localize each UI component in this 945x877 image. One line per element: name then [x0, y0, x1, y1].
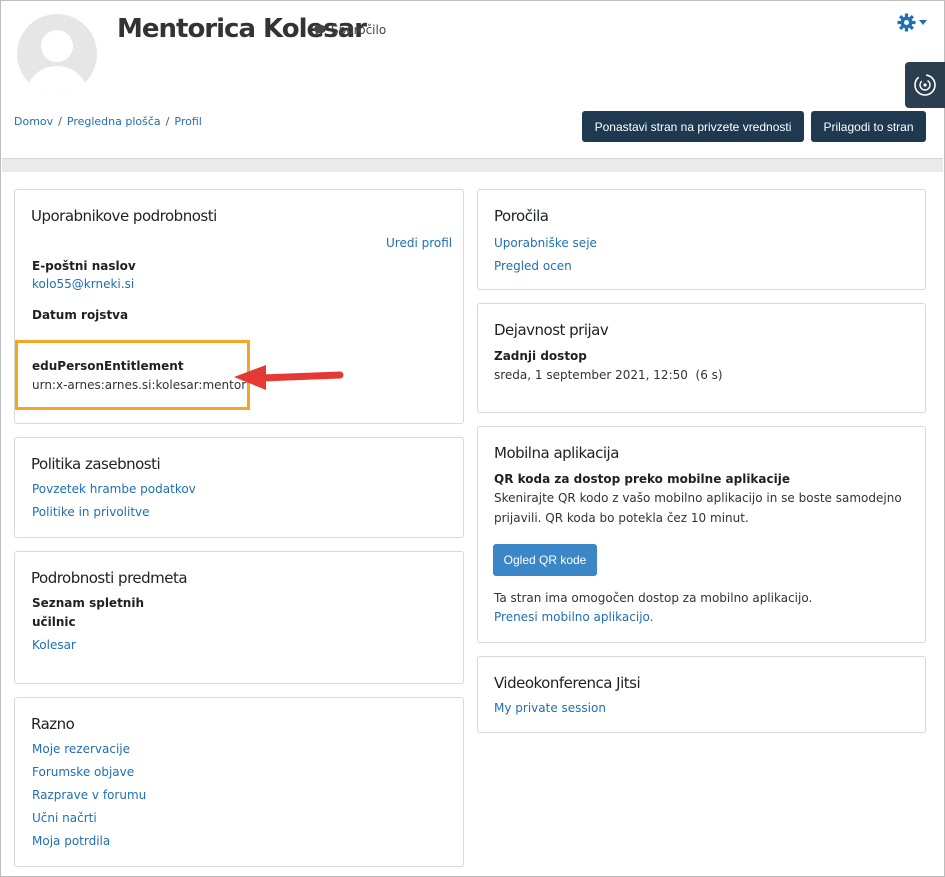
misc-link-certificates[interactable]: Moja potrdila [32, 834, 110, 848]
birthdate-label: Datum rojstva [32, 308, 129, 322]
privacy-card: Politika zasebnosti Povzetek hrambe poda… [14, 437, 464, 538]
edit-profile-link[interactable]: Uredi profil [386, 236, 452, 250]
misc-link-forum-posts[interactable]: Forumske objave [32, 765, 134, 779]
reports-title: Poročila [494, 207, 549, 225]
data-retention-link[interactable]: Povzetek hrambe podatkov [32, 482, 196, 496]
gear-icon [897, 13, 916, 32]
mobile-app-title: Mobilna aplikacija [494, 444, 619, 462]
misc-title: Razno [31, 715, 75, 733]
message-label: Sporočilo [331, 23, 387, 37]
login-activity-title: Dejavnost prijav [494, 321, 609, 339]
course-list-label-line1: Seznam spletnih [32, 596, 145, 610]
course-details-title: Podrobnosti predmeta [31, 569, 188, 587]
email-link[interactable]: kolo55@krneki.si [32, 277, 134, 291]
mobile-access-note: Ta stran ima omogočen dostop za mobilno … [494, 591, 813, 605]
last-access-label: Zadnji dostop [494, 349, 587, 363]
misc-card: Razno Moje rezervacije Forumske objave R… [14, 697, 464, 867]
message-button[interactable]: Sporočilo [313, 23, 386, 37]
course-details-card: Podrobnosti predmeta Seznam spletnih uči… [14, 551, 464, 684]
reset-page-button[interactable]: Ponastavi stran na privzete vrednosti [582, 111, 804, 142]
header-divider [2, 158, 943, 172]
red-arrow-annotation [234, 365, 344, 390]
breadcrumb-profile[interactable]: Profil [174, 115, 201, 128]
jitsi-card: Videokonferenca Jitsi My private session [477, 656, 926, 733]
breadcrumb-dashboard[interactable]: Pregledna plošča [67, 115, 161, 128]
breadcrumb-home[interactable]: Domov [14, 115, 53, 128]
misc-link-reservations[interactable]: Moje rezervacije [32, 742, 130, 756]
qr-description-line2: prijavili. QR koda bo potekla čez 10 min… [494, 511, 749, 525]
email-label: E-poštni naslov [32, 259, 136, 273]
grades-overview-link[interactable]: Pregled ocen [494, 259, 572, 273]
user-details-title: Uporabnikove podrobnosti [31, 207, 217, 225]
misc-link-learning-plans[interactable]: Učni načrti [32, 811, 97, 825]
policies-link[interactable]: Politike in privolitve [32, 505, 150, 519]
user-avatar[interactable] [17, 14, 97, 94]
settings-menu-button[interactable] [897, 13, 927, 32]
view-qr-button[interactable]: Ogled QR kode [493, 544, 597, 576]
private-session-link[interactable]: My private session [494, 701, 606, 715]
qr-access-label: QR koda za dostop preko mobilne aplikaci… [494, 472, 790, 486]
drawer-toggle-icon [914, 74, 936, 96]
login-activity-card: Dejavnost prijav Zadnji dostop sreda, 1 … [477, 303, 926, 413]
caret-down-icon [919, 20, 927, 25]
course-link[interactable]: Kolesar [32, 638, 76, 652]
mobile-app-card: Mobilna aplikacija QR koda za dostop pre… [477, 426, 926, 643]
breadcrumb: Domov / Pregledna plošča / Profil [14, 115, 202, 128]
reports-card: Poročila Uporabniške seje Pregled ocen [477, 189, 926, 290]
qr-description-line1: Skenirajte QR kodo z vašo mobilno aplika… [494, 491, 902, 505]
privacy-title: Politika zasebnosti [31, 455, 161, 473]
customize-page-button[interactable]: Prilagodi to stran [811, 111, 926, 142]
course-list-label-line2: učilnic [32, 615, 76, 629]
misc-link-forum-discussions[interactable]: Razprave v forumu [32, 788, 146, 802]
user-sessions-link[interactable]: Uporabniške seje [494, 236, 597, 250]
last-access-value: sreda, 1 september 2021, 12:50 (6 s) [494, 368, 723, 382]
speech-bubble-icon [314, 24, 326, 36]
entitlement-highlight-box [15, 340, 250, 410]
drawer-toggle-button[interactable] [905, 62, 945, 108]
download-app-link[interactable]: Prenesi mobilno aplikacijo. [494, 610, 654, 624]
jitsi-title: Videokonferenca Jitsi [494, 674, 641, 692]
